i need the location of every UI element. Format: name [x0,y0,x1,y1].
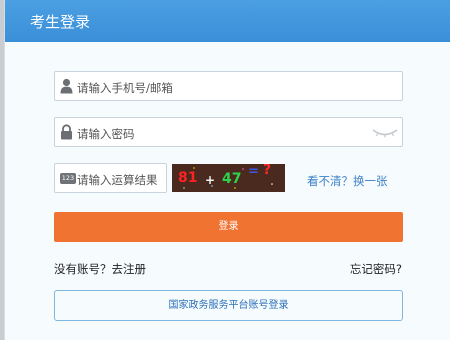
phone-email-input[interactable]: 请输入手机号/邮箱 [54,71,403,101]
math-answer-input[interactable]: 123 请输入运算结果 [54,163,167,193]
calculator-icon: 123 [60,173,76,184]
header-bar: 考生登录 [5,0,450,42]
gov-platform-login-button[interactable]: 国家政务服务平台账号登录 [54,290,403,321]
password-input[interactable]: 请输入密码 [54,117,403,147]
user-icon [60,78,73,94]
password-placeholder: 请输入密码 [77,127,135,141]
eye-closed-icon[interactable] [372,128,398,138]
refresh-captcha-link[interactable]: 看不清？换一张 [307,173,388,189]
page-title: 考生登录 [30,13,91,31]
captcha-noise [183,167,273,189]
lock-icon [61,124,72,140]
forgot-password-link[interactable]: 忘记密码? [350,261,402,277]
login-button[interactable]: 登录 [54,212,403,242]
math-answer-placeholder: 请输入运算结果 [77,173,158,187]
register-link[interactable]: 没有账号？去注册 [54,261,146,277]
phone-email-placeholder: 请输入手机号/邮箱 [77,81,173,95]
login-panel: 考生登录 请输入手机号/邮箱 请输入密码 123 请输入运算结果 81 + 47… [4,0,450,340]
captcha-image[interactable]: 81 + 47 = ? [172,164,285,192]
